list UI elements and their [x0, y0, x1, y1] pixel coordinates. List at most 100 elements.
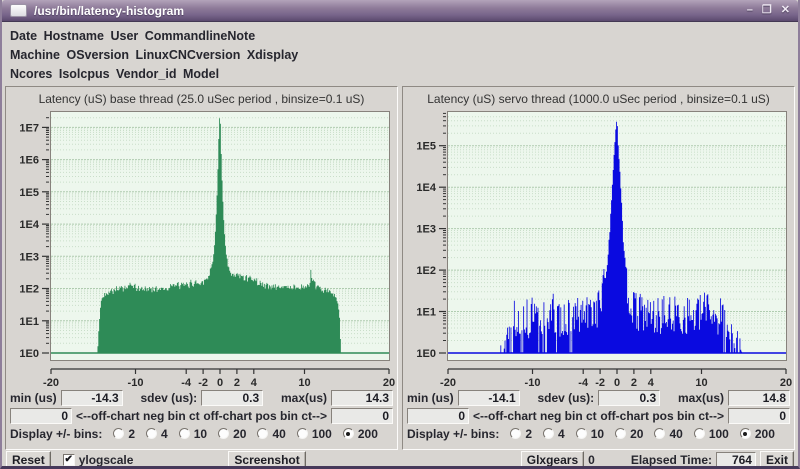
x-tick-label: -10: [525, 377, 541, 388]
x-tick-label: -2: [198, 377, 208, 388]
x-tick-label: 2: [234, 377, 240, 388]
bins-radio-4[interactable]: 4: [543, 427, 565, 441]
bins-radio-2[interactable]: 2: [113, 427, 135, 441]
y-tick-label: 1E4: [19, 219, 39, 231]
bins-radio-40[interactable]: 40: [257, 427, 285, 441]
y-tick-label: 1E1: [416, 307, 436, 319]
y-tick-label: 1E4: [416, 182, 436, 194]
ylogscale-label: ylogscale: [79, 453, 134, 467]
radio-icon[interactable]: [146, 428, 157, 439]
bins-radio-20[interactable]: 20: [615, 427, 643, 441]
glxgears-button[interactable]: Glxgears: [521, 451, 584, 468]
radio-icon[interactable]: [543, 428, 554, 439]
bins-radio-group-base: Display +/- bins: 24102040100200: [6, 425, 397, 442]
bins-radio-4[interactable]: 4: [146, 427, 168, 441]
min-label: min (us): [10, 391, 57, 405]
bins-radio-10[interactable]: 10: [179, 427, 207, 441]
ylogscale-checkbox[interactable]: ✔: [63, 454, 75, 466]
x-tick-label: 20: [780, 377, 792, 388]
y-tick-label: 1E2: [19, 284, 39, 296]
bins-radio-200[interactable]: 200: [740, 427, 775, 441]
screenshot-button[interactable]: Screenshot: [228, 451, 305, 468]
bins-radio-20[interactable]: 20: [218, 427, 246, 441]
offchart-pos-field[interactable]: 0: [728, 408, 790, 424]
minimize-icon[interactable]: –: [747, 5, 753, 16]
sdev-value-field[interactable]: 0.3: [201, 390, 263, 406]
offchart-pos-label: off-chart pos bin ct-->: [203, 409, 327, 423]
radio-icon[interactable]: [654, 428, 665, 439]
max-value-field[interactable]: 14.8: [728, 390, 790, 406]
offchart-neg-field[interactable]: 0: [407, 408, 469, 424]
bins-radio-100[interactable]: 100: [297, 427, 332, 441]
radio-icon[interactable]: [576, 428, 587, 439]
close-icon[interactable]: ✕: [781, 5, 790, 16]
base-thread-chart-title: Latency (uS) base thread (25.0 uSec peri…: [6, 89, 397, 110]
min-value-field[interactable]: -14.1: [458, 390, 520, 406]
elapsed-time-label: Elapsed Time:: [631, 453, 712, 467]
elapsed-time-field[interactable]: 764: [716, 452, 756, 468]
offchart-neg-field[interactable]: 0: [10, 408, 72, 424]
x-tick-label: 10: [298, 377, 310, 388]
radio-icon[interactable]: [218, 428, 229, 439]
reset-button[interactable]: Reset: [6, 451, 51, 468]
y-tick-label: 1E1: [19, 316, 39, 328]
info-row-ncores-model: Ncores Isolcpus Vendor_id Model: [10, 65, 790, 84]
x-tick-label: -20: [440, 377, 456, 388]
bins-radio-40[interactable]: 40: [654, 427, 682, 441]
radio-icon[interactable]: [740, 428, 751, 439]
servo-thread-panel: Latency (uS) servo thread (1000.0 uSec p…: [402, 86, 795, 450]
max-value-field[interactable]: 14.3: [331, 390, 393, 406]
window-title: /usr/bin/latency-histogram: [34, 4, 184, 18]
bottom-bar: Reset ✔ ylogscale Screenshot Glxgears 0 …: [2, 450, 798, 469]
x-tick-label: -4: [578, 377, 589, 388]
sdev-label: sdev (us):: [140, 391, 197, 405]
x-tick-label: 0: [217, 377, 223, 388]
offchart-neg-label: <--off-chart neg bin ct: [473, 409, 597, 423]
x-tick-label: 2: [631, 377, 637, 388]
x-tick-label: -10: [128, 377, 144, 388]
radio-icon[interactable]: [510, 428, 521, 439]
x-tick-label: -20: [43, 377, 59, 388]
x-tick-label: 20: [383, 377, 395, 388]
bins-radio-group-servo: Display +/- bins: 24 10 20 40 100 200: [403, 425, 794, 442]
max-label: max(us): [678, 391, 724, 405]
radio-icon[interactable]: [179, 428, 190, 439]
offchart-neg-label: <--off-chart neg bin ct: [76, 409, 200, 423]
display-bins-label: Display +/- bins:: [407, 427, 499, 441]
glxgears-count: 0: [588, 453, 595, 467]
sdev-value-field[interactable]: 0.3: [598, 390, 660, 406]
max-label: max(us): [281, 391, 327, 405]
min-value-field[interactable]: -14.3: [61, 390, 123, 406]
radio-icon[interactable]: [297, 428, 308, 439]
min-label: min (us): [407, 391, 454, 405]
base-thread-panel: Latency (uS) base thread (25.0 uSec peri…: [5, 86, 398, 450]
exit-button[interactable]: Exit: [760, 451, 794, 468]
radio-icon[interactable]: [257, 428, 268, 439]
x-tick-label: 4: [648, 377, 655, 388]
radio-icon[interactable]: [343, 428, 354, 439]
y-tick-label: 1E5: [416, 141, 436, 153]
servo-thread-histogram: 1E01E11E21E31E41E5-20-10-4-20241020: [404, 110, 795, 388]
y-tick-label: 1E0: [416, 348, 436, 360]
base-thread-histogram: 1E01E11E21E31E41E51E61E7-20-10-4-2024102…: [7, 110, 398, 388]
y-tick-label: 1E3: [416, 224, 436, 236]
bins-radio-200[interactable]: 200: [343, 427, 378, 441]
sdev-label: sdev (us):: [537, 391, 594, 405]
maximize-icon[interactable]: ❐: [762, 5, 772, 16]
app-icon: [10, 4, 27, 17]
y-tick-label: 1E2: [416, 265, 436, 277]
bins-radio-2[interactable]: 2: [510, 427, 532, 441]
radio-icon[interactable]: [113, 428, 124, 439]
bins-radio-10[interactable]: 10: [576, 427, 604, 441]
y-tick-label: 1E3: [19, 251, 39, 263]
radio-icon[interactable]: [694, 428, 705, 439]
offchart-pos-field[interactable]: 0: [331, 408, 393, 424]
y-tick-label: 1E7: [19, 122, 39, 134]
x-tick-label: 10: [695, 377, 707, 388]
x-tick-label: -4: [181, 377, 192, 388]
radio-icon[interactable]: [615, 428, 626, 439]
y-tick-label: 1E0: [19, 348, 39, 360]
title-bar[interactable]: /usr/bin/latency-histogram – ❐ ✕: [2, 0, 798, 22]
bins-radio-100[interactable]: 100: [694, 427, 729, 441]
y-tick-label: 1E5: [19, 187, 39, 199]
